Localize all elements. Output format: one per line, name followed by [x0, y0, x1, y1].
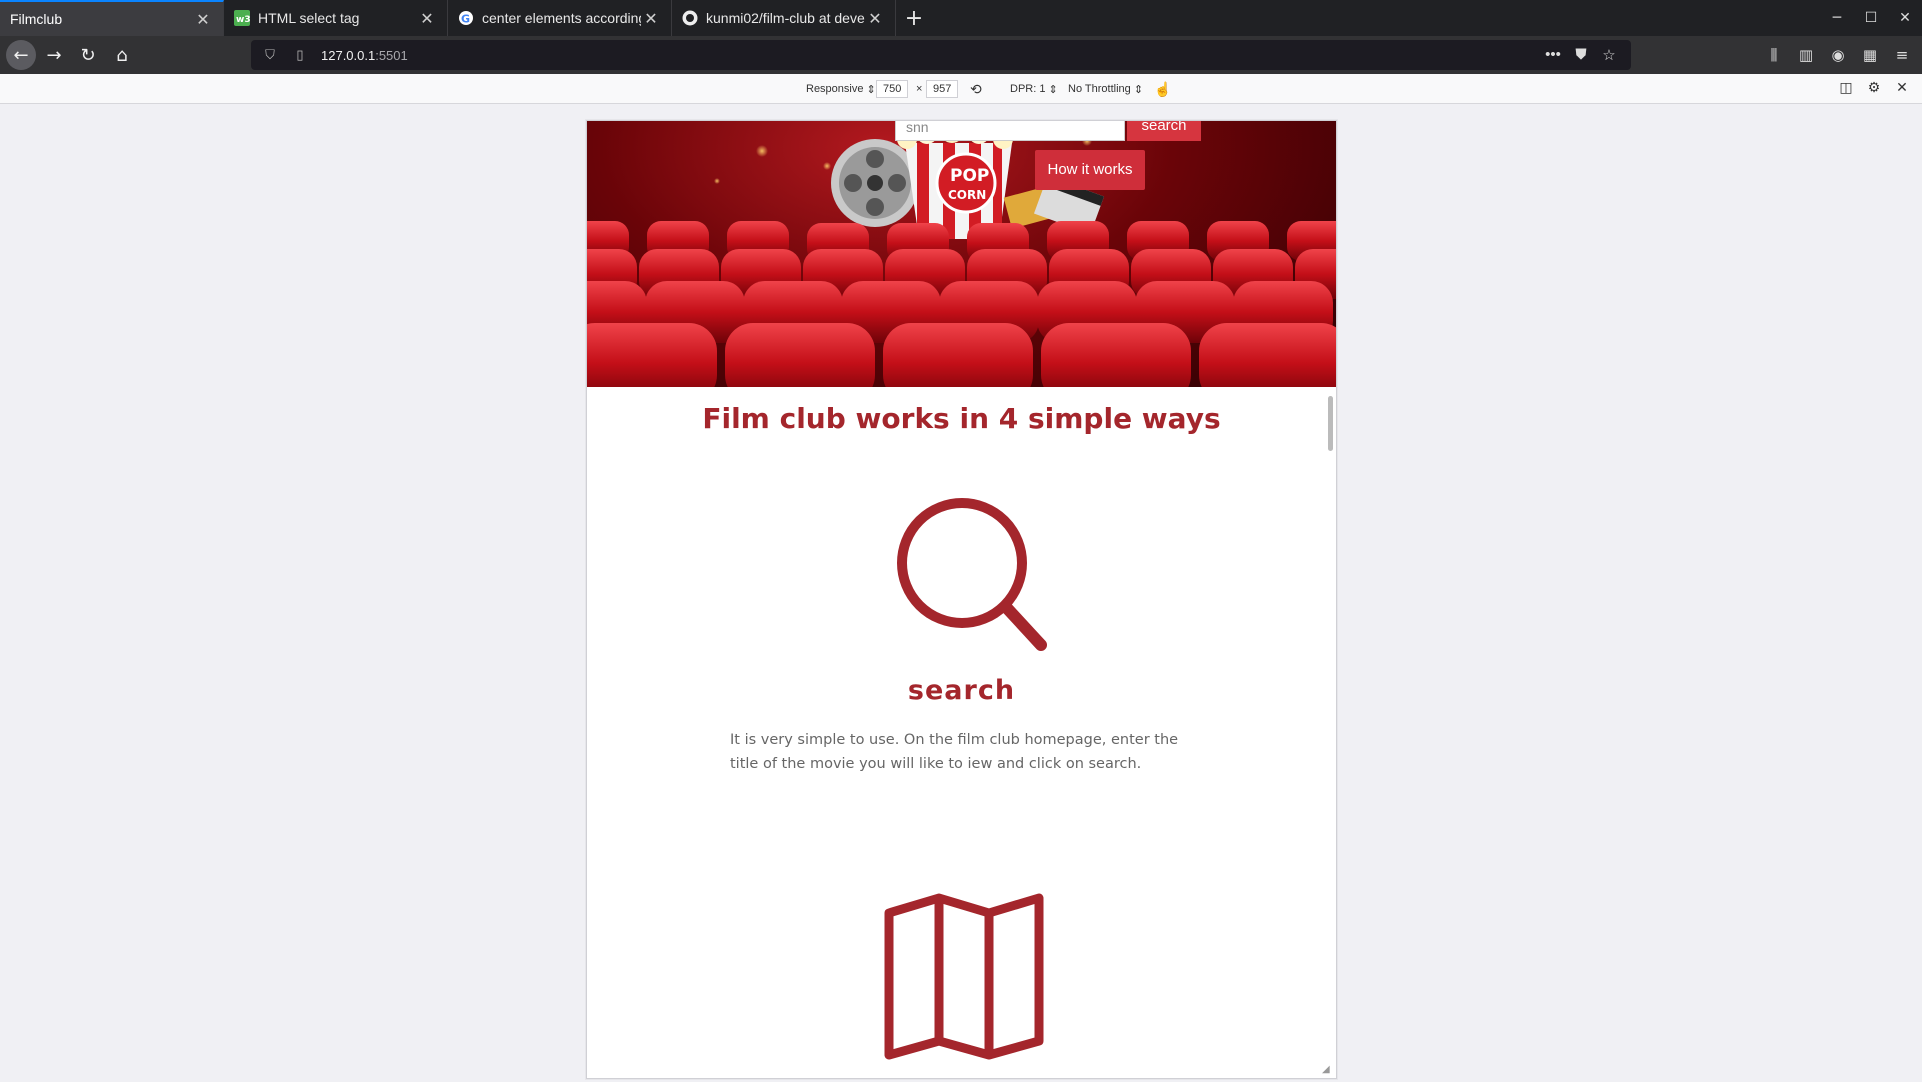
extensions-icon[interactable]: ▦	[1854, 46, 1886, 64]
tab-title: Filmclub	[10, 11, 63, 27]
throttling-label: No Throttling	[1068, 83, 1131, 95]
close-rdm-icon[interactable]: ✕	[1888, 79, 1916, 96]
tab-title: HTML select tag	[258, 10, 360, 26]
dpr-select[interactable]: DPR: 1 ⇕	[1010, 80, 1058, 98]
touch-simulation-icon[interactable]: ☝	[1154, 80, 1171, 98]
google-icon: G	[458, 10, 474, 26]
url-host: 127.0.0.1	[321, 47, 376, 63]
svg-text:w3: w3	[236, 15, 250, 25]
forward-icon[interactable]: →	[38, 39, 70, 71]
tab-html-select[interactable]: w3 HTML select tag ✕	[224, 0, 448, 36]
close-window-icon[interactable]: ✕	[1888, 0, 1922, 36]
account-icon[interactable]: ◉	[1822, 46, 1854, 64]
resize-handle-icon[interactable]: ◢	[1322, 1064, 1334, 1076]
dimension-separator: ×	[916, 83, 923, 95]
svg-text:CORN: CORN	[948, 188, 986, 202]
height-value[interactable]: 957	[926, 80, 959, 98]
close-icon[interactable]: ✕	[865, 9, 885, 28]
w3schools-icon: w3	[234, 10, 250, 26]
how-it-works-button[interactable]: How it works	[1035, 150, 1145, 190]
page-icon[interactable]: ▯	[289, 47, 311, 63]
tab-strip: Filmclub ✕ w3 HTML select tag ✕ G center…	[0, 0, 1922, 36]
menu-icon[interactable]: ≡	[1886, 46, 1918, 64]
svg-text:POP: POP	[950, 166, 989, 186]
page-heading: Film club works in 4 simple ways	[702, 402, 1221, 435]
svg-text:G: G	[461, 13, 470, 26]
search-button[interactable]: search	[1127, 121, 1201, 141]
device-select[interactable]: Responsive ⇕	[806, 80, 876, 98]
page-viewport: POP CORN snn search How it works Film cl…	[586, 120, 1337, 1079]
toolbar-right: ⫼ ▥ ◉ ▦ ≡	[1758, 40, 1918, 70]
url-bar[interactable]: ⛉ ▯ 127.0.0.1:5501 ••• ⛊ ☆	[251, 40, 1631, 70]
navigation-bar: ← → ↻ ⌂ ⛉ ▯ 127.0.0.1:5501 ••• ⛊ ☆ ⫼ ▥ ◉…	[0, 36, 1922, 74]
new-tab-button[interactable]: +	[896, 0, 932, 36]
viewport-width-input[interactable]: 750	[876, 80, 909, 98]
tab-title: center elements according to s	[482, 10, 641, 26]
step-title-search: search	[907, 675, 1016, 706]
library-icon[interactable]: ⫼	[1758, 46, 1790, 64]
magnifier-icon	[897, 498, 1047, 651]
url-port: :5501	[375, 47, 408, 63]
pocket-icon[interactable]: ⛊	[1567, 46, 1595, 64]
more-actions-icon[interactable]: •••	[1539, 46, 1567, 64]
window-controls: ─ ☐ ✕	[1820, 0, 1922, 36]
tab-title: kunmi02/film-club at developm	[706, 10, 865, 26]
bookmark-star-icon[interactable]: ☆	[1595, 46, 1623, 64]
maximize-icon[interactable]: ☐	[1854, 0, 1888, 36]
github-icon	[682, 10, 698, 26]
hero-banner: POP CORN snn search How it works	[587, 121, 1336, 387]
screenshot-icon[interactable]: ◫	[1832, 79, 1860, 96]
tab-github[interactable]: kunmi02/film-club at developm ✕	[672, 0, 896, 36]
close-icon[interactable]: ✕	[641, 9, 661, 28]
home-icon[interactable]: ⌂	[106, 39, 138, 71]
dpr-label: DPR: 1	[1010, 83, 1046, 95]
tab-google-search[interactable]: G center elements according to s ✕	[448, 0, 672, 36]
width-value[interactable]: 750	[876, 80, 909, 98]
map-icon	[884, 893, 1044, 1060]
search-input-value: snn	[906, 121, 929, 135]
url-text[interactable]: 127.0.0.1:5501	[321, 48, 1539, 63]
page-scrollbar[interactable]	[1328, 396, 1333, 451]
device-label: Responsive	[806, 83, 864, 95]
step-description-search: It is very simple to use. On the film cl…	[730, 732, 1179, 772]
rotate-icon[interactable]: ⟲	[970, 80, 982, 98]
responsive-design-toolbar: Responsive ⇕ 750 × 957 ⟲ DPR: 1 ⇕ No Thr…	[0, 74, 1922, 104]
movie-search-input[interactable]: snn	[895, 121, 1125, 141]
shield-icon[interactable]: ⛉	[259, 47, 281, 63]
viewport-height-input[interactable]: 957	[926, 80, 959, 98]
close-icon[interactable]: ✕	[417, 9, 437, 28]
settings-gear-icon[interactable]: ⚙	[1860, 79, 1888, 96]
sidebar-icon[interactable]: ▥	[1790, 46, 1822, 64]
close-icon[interactable]: ✕	[193, 10, 213, 29]
cinema-seats-illustration: POP CORN	[587, 121, 1336, 387]
back-icon[interactable]: ←	[6, 40, 36, 70]
reload-icon[interactable]: ↻	[72, 39, 104, 71]
tab-filmclub[interactable]: Filmclub ✕	[0, 0, 224, 36]
minimize-icon[interactable]: ─	[1820, 0, 1854, 36]
throttling-select[interactable]: No Throttling ⇕	[1068, 80, 1143, 98]
